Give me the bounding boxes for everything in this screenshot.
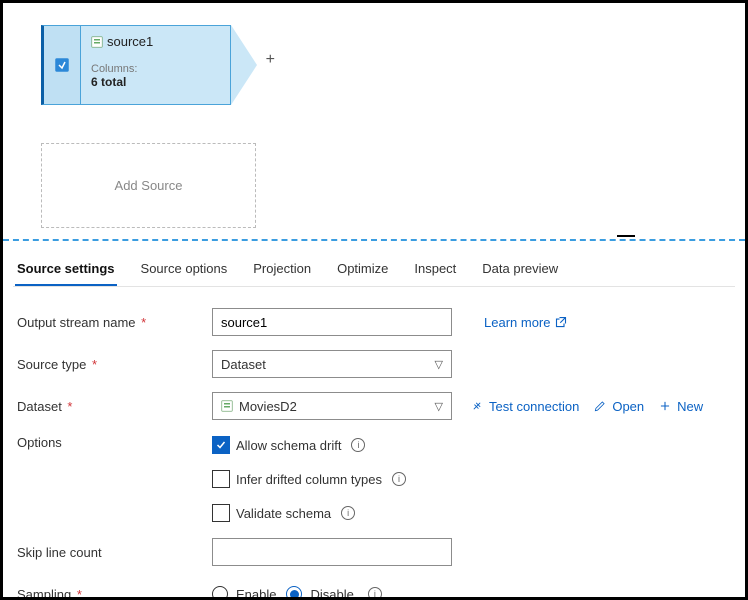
sampling-disable-label: Disable xyxy=(310,587,353,600)
tab-inspect[interactable]: Inspect xyxy=(412,255,458,286)
source-node-title: source1 xyxy=(107,34,153,49)
tab-projection[interactable]: Projection xyxy=(251,255,313,286)
sampling-enable-label: Enable xyxy=(236,587,276,600)
allow-schema-drift-checkbox[interactable] xyxy=(212,436,230,454)
dataflow-canvas[interactable]: source1 Columns: 6 total + Add Source xyxy=(3,3,745,238)
tab-optimize[interactable]: Optimize xyxy=(335,255,390,286)
source-node-handle[interactable] xyxy=(41,25,81,105)
source-settings-form: Output stream name * Learn more Source t… xyxy=(13,287,735,600)
settings-tabs: Source settings Source options Projectio… xyxy=(13,251,735,287)
chevron-down-icon: ▽ xyxy=(435,400,443,413)
source-node-output[interactable]: + xyxy=(231,25,257,105)
dataset-select[interactable]: MoviesD2 ▽ xyxy=(212,392,452,420)
validate-schema-checkbox[interactable] xyxy=(212,504,230,522)
learn-more-link[interactable]: Learn more xyxy=(484,315,567,330)
skip-line-count-label: Skip line count xyxy=(17,545,212,560)
columns-label: Columns: xyxy=(91,63,220,75)
options-label: Options xyxy=(17,431,212,450)
validate-schema-label: Validate schema xyxy=(236,506,331,521)
check-icon xyxy=(215,439,227,451)
sampling-disable-radio[interactable] xyxy=(286,586,302,600)
allow-schema-drift-label: Allow schema drift xyxy=(236,438,341,453)
add-source-label: Add Source xyxy=(115,178,183,193)
columns-count: 6 total xyxy=(91,75,220,89)
output-stream-input[interactable] xyxy=(212,308,452,336)
tab-data-preview[interactable]: Data preview xyxy=(480,255,560,286)
infer-types-checkbox[interactable] xyxy=(212,470,230,488)
info-icon[interactable]: i xyxy=(341,506,355,520)
dataset-icon xyxy=(91,36,103,48)
external-link-icon xyxy=(555,316,567,328)
skip-line-count-input[interactable] xyxy=(212,538,452,566)
dataset-label: Dataset * xyxy=(17,399,212,414)
sampling-label: Sampling * xyxy=(17,587,212,600)
new-dataset-link[interactable]: New xyxy=(658,399,703,414)
dataflow-icon xyxy=(53,56,71,74)
add-source-button[interactable]: Add Source xyxy=(41,143,256,228)
output-stream-label: Output stream name * xyxy=(17,315,212,330)
source-type-select[interactable]: Dataset ▽ xyxy=(212,350,452,378)
settings-panel: Source settings Source options Projectio… xyxy=(3,243,745,597)
tab-source-settings[interactable]: Source settings xyxy=(15,255,117,286)
plug-icon xyxy=(470,399,484,413)
info-icon[interactable]: i xyxy=(368,587,382,600)
source-node[interactable]: source1 Columns: 6 total + xyxy=(41,25,257,105)
panel-resize-handle[interactable] xyxy=(617,235,635,237)
test-connection-link[interactable]: Test connection xyxy=(470,399,579,414)
info-icon[interactable]: i xyxy=(351,438,365,452)
info-icon[interactable]: i xyxy=(392,472,406,486)
source-type-label: Source type * xyxy=(17,357,212,372)
dataset-icon xyxy=(221,400,233,412)
source-node-body[interactable]: source1 Columns: 6 total xyxy=(81,25,231,105)
pencil-icon xyxy=(593,399,607,413)
infer-types-label: Infer drifted column types xyxy=(236,472,382,487)
add-transform-button[interactable]: + xyxy=(266,51,275,69)
tab-source-options[interactable]: Source options xyxy=(139,255,230,286)
plus-icon xyxy=(658,399,672,413)
chevron-down-icon: ▽ xyxy=(435,358,443,371)
canvas-panel-divider[interactable] xyxy=(3,239,745,241)
open-dataset-link[interactable]: Open xyxy=(593,399,644,414)
sampling-enable-radio[interactable] xyxy=(212,586,228,600)
